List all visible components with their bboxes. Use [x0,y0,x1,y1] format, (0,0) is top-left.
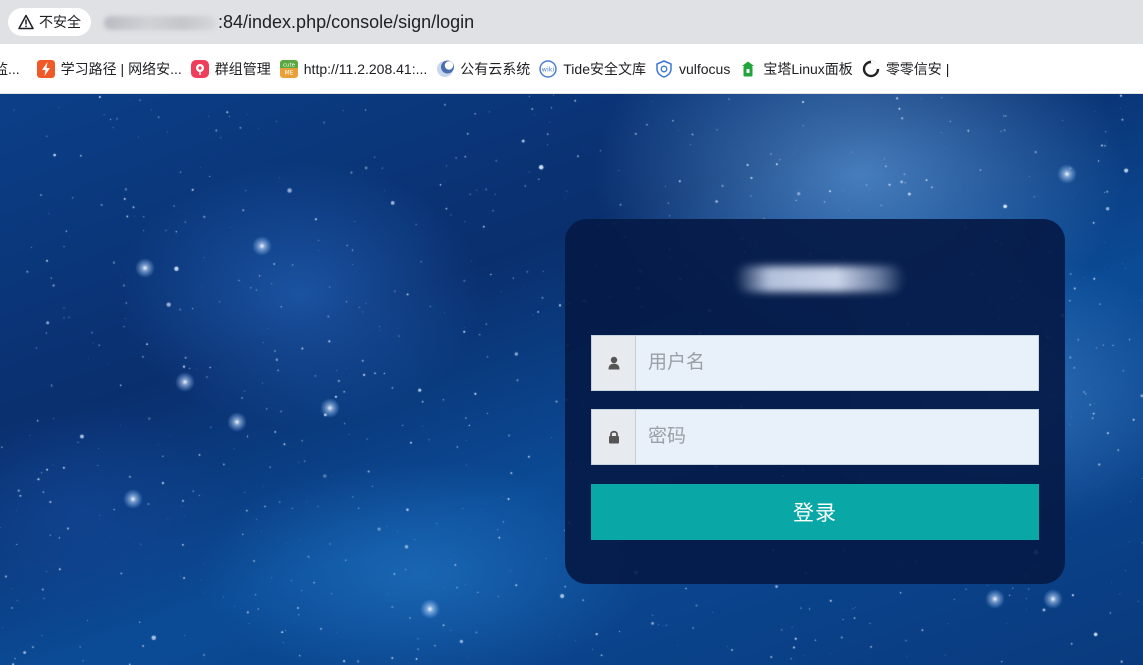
bookmark-item[interactable]: cute ME http://11.2.208.41:... [279,54,437,84]
url-host-redacted [104,16,216,31]
bookmark-label: 群组管理 [214,60,271,77]
shield-icon [656,59,672,78]
bookmarks-bar: 监... 学习路径 | 网络安... 群组管理 cute ME http://1… [0,44,1143,94]
svg-text:cute: cute [283,62,296,68]
svg-text:ME: ME [284,69,293,76]
bookmark-label: 监... [0,60,20,77]
warning-icon [18,14,34,30]
bookmark-item[interactable]: 公有云系统 [436,54,539,84]
svg-text:wiki: wiki [542,65,555,73]
bookmark-item[interactable]: 宝塔Linux面板 [739,54,861,84]
lock-addon [592,410,636,464]
url-path: :84/index.php/console/sign/login [218,12,475,32]
login-form: 登录 [565,219,1065,584]
flower-icon [190,59,209,78]
password-field [591,409,1039,465]
bookmark-label: 学习路径 | 网络安... [60,60,182,77]
bookmark-item[interactable]: 群组管理 [190,54,280,84]
url-field[interactable]: :84/index.php/console/sign/login [104,10,474,34]
lock-icon [608,430,619,444]
password-input[interactable] [636,410,1038,464]
bookmark-item[interactable]: 零零信安 | [862,54,959,84]
bookmark-item[interactable]: 学习路径 | 网络安... [36,54,191,84]
wiki-icon: wiki [539,59,558,78]
address-bar: 不安全 :84/index.php/console/sign/login [0,0,1143,44]
bookmark-label: vulfocus [678,60,731,77]
security-label: 不安全 [39,14,81,30]
username-input[interactable] [636,336,1038,390]
lightning-icon [36,59,55,78]
user-icon [608,356,619,370]
bookmark-label: http://11.2.208.41:... [303,60,428,77]
login-page: 登录 [0,94,1143,665]
login-button[interactable]: 登录 [591,484,1039,540]
bookmark-label: 宝塔Linux面板 [763,60,853,77]
pagoda-icon [742,61,755,76]
bookmark-item[interactable]: 监... [0,54,29,84]
bookmark-label: Tide安全文库 [563,60,646,77]
brand-logo-redacted [735,266,905,292]
bookmark-label: 零零信安 | [885,60,950,77]
security-indicator[interactable]: 不安全 [8,8,91,36]
bookmark-item[interactable]: vulfocus [655,54,739,84]
moon-icon [437,60,455,77]
ring-icon [862,60,880,77]
bookmark-label: 公有云系统 [460,60,531,77]
bookmark-item[interactable]: wiki Tide安全文库 [539,54,655,84]
cute-me-icon: cute ME [279,59,298,78]
username-field [591,335,1039,391]
user-addon [592,336,636,390]
